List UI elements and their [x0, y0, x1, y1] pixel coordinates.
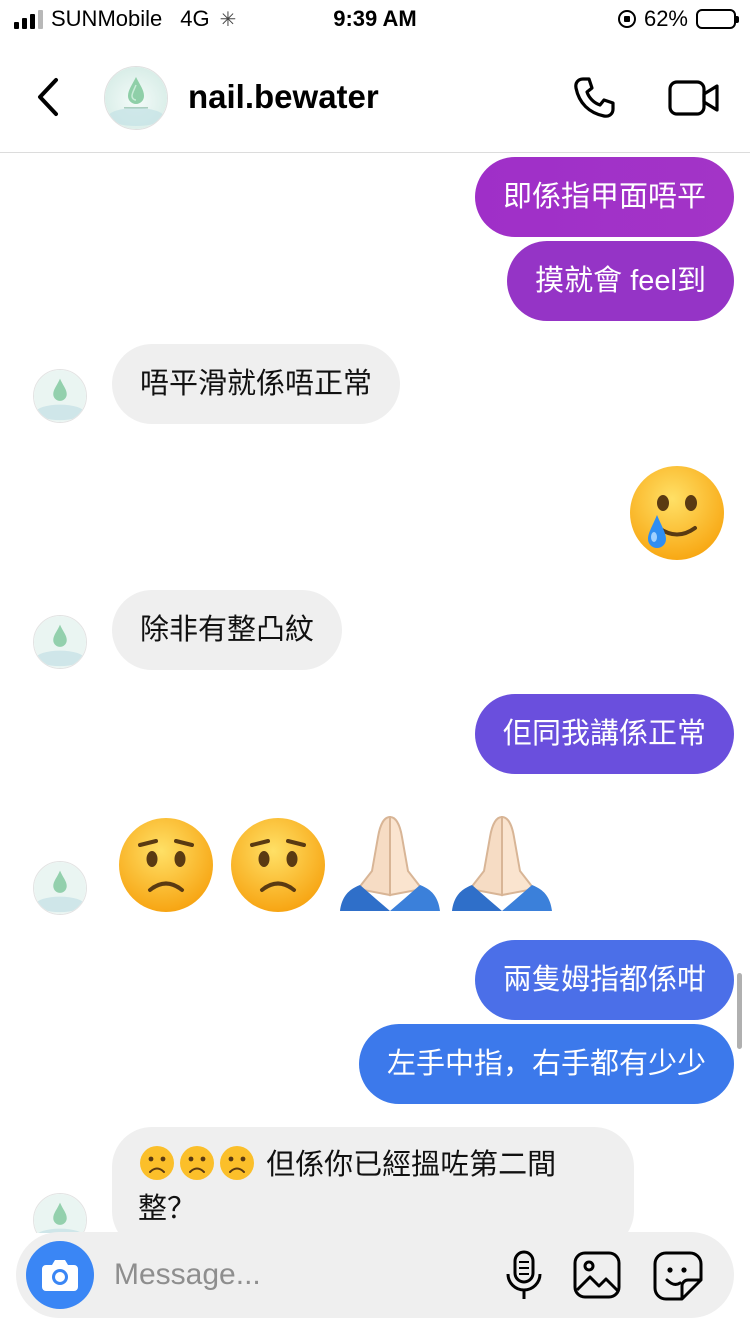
camera-button[interactable]: [26, 1241, 94, 1309]
message-bubble-incoming[interactable]: 唔平滑就係唔正常: [112, 344, 401, 424]
message-bubble-outgoing[interactable]: 兩隻姆指都係咁: [474, 940, 734, 1020]
microphone-icon[interactable]: [504, 1250, 544, 1302]
status-bar: SUNMobile 4G ✳ 9:39 AM 62%: [0, 0, 750, 42]
message-text: 唔平滑就係唔正常: [140, 368, 373, 400]
video-camera-icon[interactable]: [668, 76, 720, 120]
avatar-logo-image: [34, 1194, 86, 1233]
battery-percent: 62%: [643, 6, 688, 31]
frowning-face-emoji: [220, 1146, 254, 1180]
phone-icon[interactable]: [570, 74, 618, 122]
conversation-username[interactable]: nail.bewater: [188, 78, 379, 116]
orientation-lock-icon: [617, 10, 636, 28]
camera-icon: [42, 1260, 78, 1291]
message-text: 兩隻姆指都係咁: [502, 964, 706, 996]
message-text: 佢同我講係正常: [502, 718, 706, 750]
message-bubble-outgoing[interactable]: 即係指甲面唔平: [474, 157, 734, 237]
back-chevron-icon[interactable]: [30, 72, 70, 122]
sender-avatar[interactable]: [33, 861, 87, 915]
message-input[interactable]: Message...: [114, 1232, 261, 1318]
message-composer: Message...: [16, 1232, 734, 1318]
avatar-logo-image: [34, 616, 86, 668]
image-icon[interactable]: [572, 1250, 622, 1300]
status-right: 62%: [617, 6, 739, 32]
worried-face-emoji[interactable]: [228, 815, 328, 915]
worried-face-emoji[interactable]: [116, 815, 216, 915]
frowning-face-emoji: [180, 1146, 214, 1180]
battery-icon: [696, 9, 739, 29]
message-text: 即係指甲面唔平: [502, 181, 706, 213]
frowning-face-emoji: [140, 1146, 174, 1180]
avatar-logo-image: [34, 862, 86, 914]
message-bubble-outgoing[interactable]: 佢同我講係正常: [474, 694, 734, 774]
sender-avatar[interactable]: [33, 369, 87, 423]
scrollbar[interactable]: [737, 973, 742, 1049]
folded-hands-emoji[interactable]: [336, 811, 444, 915]
sender-avatar[interactable]: [33, 1193, 87, 1233]
sticker-icon[interactable]: [652, 1250, 704, 1302]
avatar-logo-image: [34, 370, 86, 422]
message-bubble-incoming[interactable]: 但係你已經搵咗第二間 整？: [112, 1127, 634, 1233]
message-bubble-outgoing[interactable]: 左手中指，右手都有少少: [358, 1024, 734, 1104]
message-text-line2: 整？: [138, 1193, 197, 1225]
avatar[interactable]: [104, 66, 168, 130]
message-thread[interactable]: 即係指甲面唔平 摸就會 feel到 唔平滑就係唔正常 除非有整凸紋 佢同我講係正…: [0, 153, 750, 1233]
message-text: 但係你已經搵咗第二間: [266, 1149, 557, 1181]
chat-header: nail.bewater: [0, 42, 750, 153]
folded-hands-emoji[interactable]: [448, 811, 556, 915]
message-text: 除非有整凸紋: [140, 614, 315, 646]
message-text: 摸就會 feel到: [535, 265, 706, 297]
message-bubble-incoming[interactable]: 除非有整凸紋: [112, 590, 343, 670]
message-text: 左手中指，右手都有少少: [386, 1048, 706, 1080]
face-holding-back-tears-emoji[interactable]: [627, 463, 727, 563]
message-bubble-outgoing[interactable]: 摸就會 feel到: [507, 241, 734, 321]
avatar-logo-image: [105, 67, 167, 129]
sender-avatar[interactable]: [33, 615, 87, 669]
